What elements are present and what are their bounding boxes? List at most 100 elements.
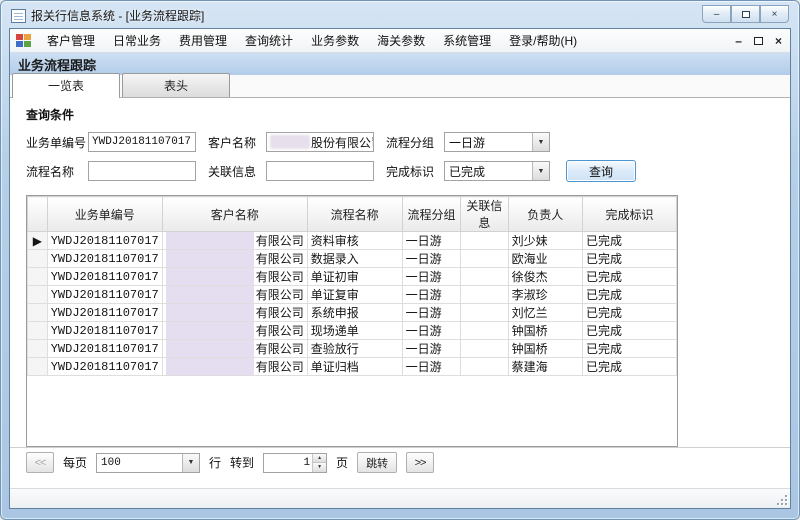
menu-item-customer[interactable]: 客户管理 xyxy=(38,28,104,53)
chevron-down-icon[interactable]: ▼ xyxy=(182,454,199,472)
tab-overview[interactable]: 一览表 xyxy=(12,73,120,98)
col-order-no[interactable]: 业务单编号 xyxy=(47,197,162,232)
table-row[interactable]: YWDJ20181107017 有限公司 单证复审 一日游 李淑珍 已完成 xyxy=(28,286,677,304)
table-row[interactable]: YWDJ20181107017 有限公司 查验放行 一日游 钟国桥 已完成 xyxy=(28,340,677,358)
query-row-1: 业务单编号 客户名称 股份有限公司 流程分组 一日游 ▼ xyxy=(26,132,790,152)
stepper-buttons: ▲ ▼ xyxy=(312,454,326,472)
row-selector[interactable] xyxy=(28,304,48,322)
cell-customer: 有限公司 xyxy=(162,286,307,304)
menu-item-daily[interactable]: 日常业务 xyxy=(104,28,170,53)
cell-order-no: YWDJ20181107017 xyxy=(47,286,162,304)
table-row[interactable]: YWDJ20181107017 有限公司 单证归档 一日游 蔡建海 已完成 xyxy=(28,358,677,376)
cell-order-no: YWDJ20181107017 xyxy=(47,358,162,376)
redacted-text xyxy=(270,135,310,149)
query-section-title: 查询条件 xyxy=(26,106,790,123)
tab-header[interactable]: 表头 xyxy=(122,73,230,97)
cell-flow-group: 一日游 xyxy=(402,268,461,286)
stepper-up-icon[interactable]: ▲ xyxy=(313,454,326,464)
table-row[interactable]: YWDJ20181107017 有限公司 现场递单 一日游 钟国桥 已完成 xyxy=(28,322,677,340)
cell-order-no: YWDJ20181107017 xyxy=(47,322,162,340)
menu-item-customs-params[interactable]: 海关参数 xyxy=(368,28,434,53)
cell-finish-flag: 已完成 xyxy=(583,286,677,304)
page-number-value: 1 xyxy=(264,454,312,472)
mdi-close-icon[interactable]: × xyxy=(775,34,782,48)
redacted-text xyxy=(166,358,254,375)
mdi-child-icon xyxy=(16,34,30,47)
menu-item-query-stats[interactable]: 查询统计 xyxy=(236,28,302,53)
cell-finish-flag: 已完成 xyxy=(583,304,677,322)
row-selector[interactable] xyxy=(28,322,48,340)
mdi-minimize-icon[interactable]: – xyxy=(735,34,742,48)
redacted-text xyxy=(166,286,254,303)
cell-order-no: YWDJ20181107017 xyxy=(47,268,162,286)
flow-group-select[interactable]: 一日游 ▼ xyxy=(444,132,550,152)
rows-label: 行 xyxy=(209,454,221,471)
menu-item-fees[interactable]: 费用管理 xyxy=(170,28,236,53)
resize-grip[interactable] xyxy=(775,493,788,506)
next-page-button[interactable]: >> xyxy=(406,452,434,473)
menu-item-login-help[interactable]: 登录/帮助(H) xyxy=(500,28,586,53)
chevron-down-icon[interactable]: ▼ xyxy=(532,133,549,151)
stepper-down-icon[interactable]: ▼ xyxy=(313,463,326,472)
col-related-info[interactable]: 关联信息 xyxy=(461,197,508,232)
row-selector[interactable] xyxy=(28,340,48,358)
table-row[interactable]: YWDJ20181107017 有限公司 数据录入 一日游 欧海业 已完成 xyxy=(28,250,677,268)
chevron-down-icon[interactable]: ▼ xyxy=(532,162,549,180)
page-label: 页 xyxy=(336,454,348,471)
row-selector-arrow[interactable]: ▶ xyxy=(28,232,48,250)
close-icon[interactable]: × xyxy=(760,5,789,23)
finish-flag-select[interactable]: 已完成 ▼ xyxy=(444,161,550,181)
table-row[interactable]: ▶ YWDJ20181107017 有限公司 资料审核 一日游 刘少妹 已完成 xyxy=(28,232,677,250)
col-owner[interactable]: 负责人 xyxy=(508,197,582,232)
row-selector[interactable] xyxy=(28,250,48,268)
maximize-icon[interactable] xyxy=(731,5,760,23)
cell-flow-name: 系统申报 xyxy=(307,304,402,322)
cell-order-no: YWDJ20181107017 xyxy=(47,304,162,322)
col-flow-name[interactable]: 流程名称 xyxy=(307,197,402,232)
row-selector[interactable] xyxy=(28,358,48,376)
table-row[interactable]: YWDJ20181107017 有限公司 系统申报 一日游 刘忆兰 已完成 xyxy=(28,304,677,322)
search-button[interactable]: 查询 xyxy=(566,160,636,182)
table-row[interactable]: YWDJ20181107017 有限公司 单证初审 一日游 徐俊杰 已完成 xyxy=(28,268,677,286)
results-grid: 业务单编号 客户名称 流程名称 流程分组 关联信息 负责人 完成标识 ▶ YWD… xyxy=(26,195,678,447)
order-no-input[interactable] xyxy=(88,132,196,152)
related-info-input[interactable] xyxy=(266,161,374,181)
app-window: 报关行信息系统 - [业务流程跟踪] – × 客户管理 日常业务 费用管理 查询… xyxy=(0,0,800,520)
jump-button[interactable]: 跳转 xyxy=(357,452,397,473)
flow-name-input[interactable] xyxy=(88,161,196,181)
cell-owner: 李淑珍 xyxy=(508,286,582,304)
page-title: 业务流程跟踪 xyxy=(18,55,96,74)
cell-finish-flag: 已完成 xyxy=(583,268,677,286)
prev-page-button[interactable]: << xyxy=(26,452,54,473)
cell-customer: 有限公司 xyxy=(162,268,307,286)
customer-input[interactable]: 股份有限公司 xyxy=(266,132,374,152)
menu-item-business-params[interactable]: 业务参数 xyxy=(302,28,368,53)
tab-strip: 一览表 表头 xyxy=(10,75,790,98)
cell-finish-flag: 已完成 xyxy=(583,232,677,250)
cell-order-no: YWDJ20181107017 xyxy=(47,340,162,358)
cell-finish-flag: 已完成 xyxy=(583,250,677,268)
query-row-2: 流程名称 关联信息 完成标识 已完成 ▼ 查询 xyxy=(26,160,790,182)
cell-order-no: YWDJ20181107017 xyxy=(47,250,162,268)
cell-customer: 有限公司 xyxy=(162,340,307,358)
cell-flow-name: 数据录入 xyxy=(307,250,402,268)
col-customer[interactable]: 客户名称 xyxy=(162,197,307,232)
cell-finish-flag: 已完成 xyxy=(583,340,677,358)
cell-owner: 钟国桥 xyxy=(508,340,582,358)
title-bar[interactable]: 报关行信息系统 - [业务流程跟踪] – × xyxy=(9,1,791,28)
minimize-icon[interactable]: – xyxy=(702,5,731,23)
cell-flow-name: 资料审核 xyxy=(307,232,402,250)
menu-item-system[interactable]: 系统管理 xyxy=(434,28,500,53)
mdi-restore-icon[interactable] xyxy=(754,37,763,45)
table-header-row: 业务单编号 客户名称 流程名称 流程分组 关联信息 负责人 完成标识 xyxy=(28,197,677,232)
col-flow-group[interactable]: 流程分组 xyxy=(402,197,461,232)
col-finish-flag[interactable]: 完成标识 xyxy=(583,197,677,232)
per-page-select[interactable]: 100 ▼ xyxy=(96,453,200,473)
row-selector[interactable] xyxy=(28,268,48,286)
redacted-text xyxy=(166,268,254,285)
row-selector[interactable] xyxy=(28,286,48,304)
cell-order-no: YWDJ20181107017 xyxy=(47,232,162,250)
order-no-label: 业务单编号 xyxy=(26,134,88,151)
cell-flow-group: 一日游 xyxy=(402,232,461,250)
page-number-stepper[interactable]: 1 ▲ ▼ xyxy=(263,453,327,473)
